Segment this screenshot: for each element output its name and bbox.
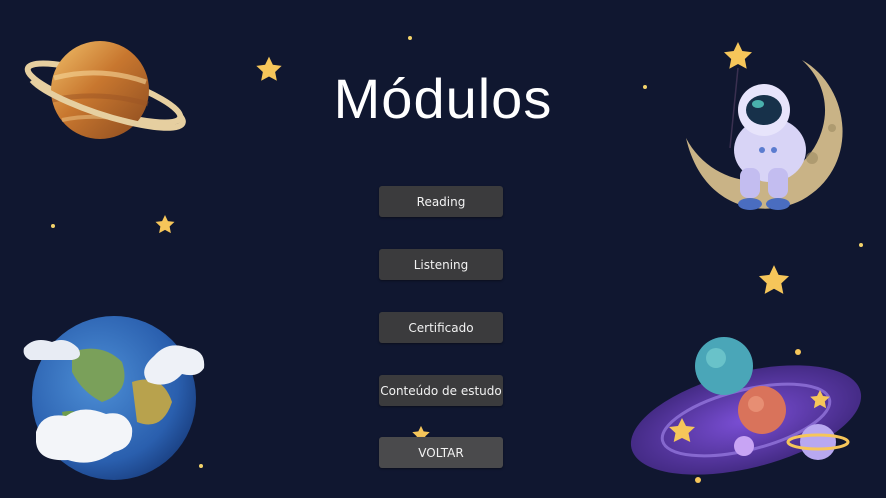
reading-button[interactable]: Reading [379, 186, 503, 217]
study-content-button[interactable]: Conteúdo de estudo [379, 375, 503, 406]
earth-icon [23, 316, 205, 480]
star-icon [155, 215, 175, 234]
star-dot [859, 243, 863, 247]
modules-screen: Módulos Reading Listening Certificado Co… [0, 0, 886, 498]
certificate-button[interactable]: Certificado [379, 312, 503, 343]
galaxy-planets-icon [630, 337, 862, 483]
back-button[interactable]: VOLTAR [379, 437, 503, 468]
star-icon [758, 265, 790, 294]
star-dot [51, 224, 55, 228]
star-dot [408, 36, 412, 40]
listening-button[interactable]: Listening [379, 249, 503, 280]
page-title: Módulos [333, 67, 553, 130]
